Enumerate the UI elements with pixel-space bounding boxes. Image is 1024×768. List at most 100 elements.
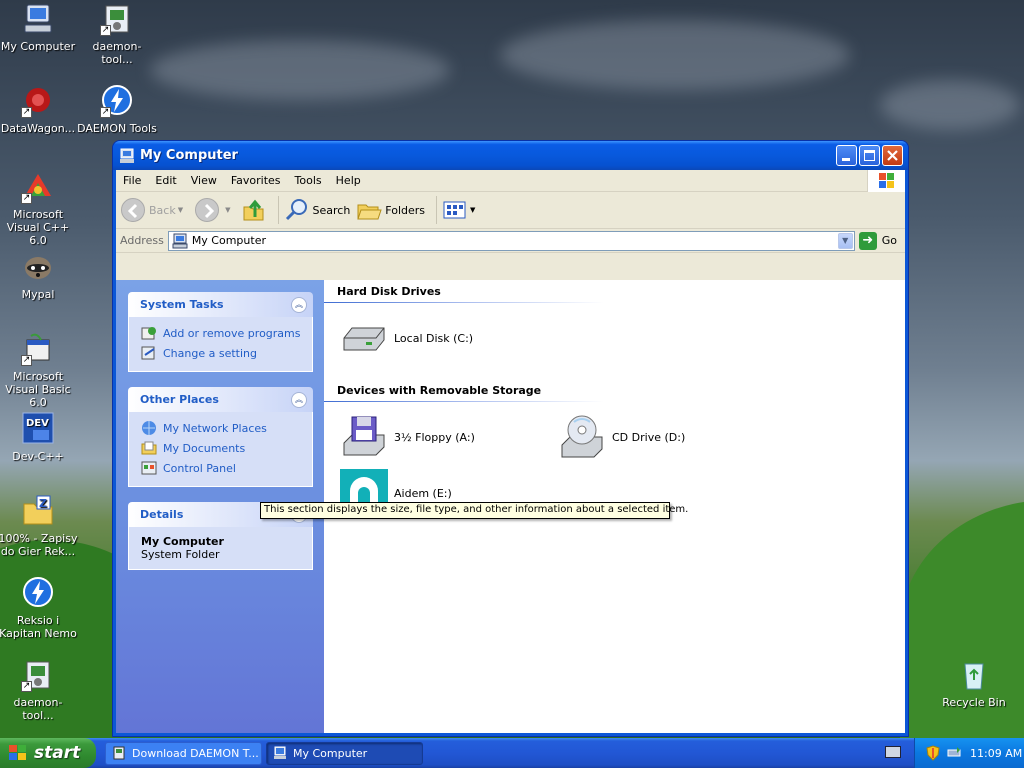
windows-logo-icon xyxy=(9,745,26,760)
drive-cd-d[interactable]: CD Drive (D:) xyxy=(558,413,685,461)
desktop-icon-label: Recycle Bin xyxy=(942,696,1006,709)
other-places-panel: Other Places ︽ My Network Places My Docu… xyxy=(128,387,313,487)
network-places-icon xyxy=(142,421,156,435)
details-name: My Computer xyxy=(141,535,224,548)
address-value: My Computer xyxy=(191,234,266,247)
back-arrow-icon xyxy=(121,198,145,222)
collapse-icon[interactable]: ︽ xyxy=(291,391,307,408)
menu-help[interactable]: Help xyxy=(329,174,368,187)
system-tasks-header[interactable]: System Tasks ︽ xyxy=(128,292,313,317)
keyboard-icon[interactable] xyxy=(885,746,901,758)
taskbar-item-label: Download DAEMON T... xyxy=(132,746,259,760)
search-button[interactable]: Search xyxy=(284,197,350,223)
taskbar-item-download-daemon[interactable]: Download DAEMON T... xyxy=(105,741,262,765)
zip-folder-icon: Z xyxy=(21,494,55,528)
panel-title: Details xyxy=(140,508,184,521)
devcpp-icon: DEV xyxy=(21,412,55,446)
drive-label: Local Disk (C:) xyxy=(394,331,474,345)
go-label: Go xyxy=(881,234,897,247)
desktop-icon-daemon-tools[interactable]: ↗ DAEMON Tools xyxy=(77,84,157,135)
address-input[interactable]: My Computer ▼ xyxy=(167,230,855,251)
desktop-icon-daemon-installer-1[interactable]: ↗ daemon-tool... xyxy=(77,2,157,66)
computer-icon xyxy=(172,233,188,248)
cd-drive-icon xyxy=(558,413,606,461)
close-button[interactable] xyxy=(882,145,903,166)
go-button[interactable]: ➜ Go xyxy=(858,231,897,250)
menu-file[interactable]: File xyxy=(116,174,148,187)
datawagon-icon: ↗ xyxy=(21,84,55,118)
minimize-button[interactable] xyxy=(836,145,857,166)
computer-icon xyxy=(21,2,55,36)
up-folder-button[interactable] xyxy=(241,197,267,223)
desktop-icon-datawagon[interactable]: ↗ DataWagon... xyxy=(0,84,78,135)
desktop-icon-visual-cpp[interactable]: ↗ Microsoft Visual C++ 6.0 xyxy=(0,170,78,247)
maximize-button[interactable] xyxy=(859,145,880,166)
task-add-remove-programs[interactable]: Add or remove programs xyxy=(141,323,302,343)
views-button[interactable]: ▼ xyxy=(442,199,475,221)
go-arrow-icon: ➜ xyxy=(858,231,877,250)
place-control-panel[interactable]: Control Panel xyxy=(141,458,302,478)
desktop-icon-visual-basic[interactable]: ↗ Microsoft Visual Basic 6.0 xyxy=(0,332,78,409)
desktop-icon-mypal[interactable]: Mypal xyxy=(0,250,78,301)
window-titlebar[interactable]: My Computer xyxy=(113,141,908,170)
desktop-icon-devcpp[interactable]: DEV Dev-C++ xyxy=(0,412,78,463)
folders-label: Folders xyxy=(385,203,426,217)
desktop-icon-my-computer[interactable]: My Computer xyxy=(0,2,78,53)
menu-favorites[interactable]: Favorites xyxy=(224,174,288,187)
back-button[interactable]: Back ▼ xyxy=(121,198,183,222)
desktop-icon-reksio[interactable]: Reksio i Kapitan Nemo xyxy=(0,576,78,640)
security-shield-icon[interactable] xyxy=(925,745,941,761)
taskbar-item-my-computer[interactable]: My Computer xyxy=(266,741,423,765)
installer-icon: ↗ xyxy=(21,658,55,692)
address-dropdown-button[interactable]: ▼ xyxy=(837,232,853,249)
taskbar-item-label: My Computer xyxy=(293,746,368,760)
drive-local-disk-c[interactable]: Local Disk (C:) xyxy=(340,314,473,362)
system-tray: 11:09 AM xyxy=(914,738,1024,768)
task-label: Add or remove programs xyxy=(163,326,301,340)
place-label: My Network Places xyxy=(163,421,267,435)
address-bar: Address My Computer ▼ ➜ Go xyxy=(116,229,905,253)
views-icon xyxy=(443,201,466,219)
menu-bar: File Edit View Favorites Tools Help xyxy=(116,170,905,192)
drive-label: 3½ Floppy (A:) xyxy=(394,430,475,444)
chevron-down-icon[interactable]: ▼ xyxy=(225,206,230,214)
desktop-icon-label: DataWagon... xyxy=(0,122,76,135)
control-panel-icon xyxy=(141,346,155,360)
menu-edit[interactable]: Edit xyxy=(148,174,183,187)
lightning-icon: ↗ xyxy=(100,84,134,118)
place-my-documents[interactable]: My Documents xyxy=(141,438,302,458)
window-title: My Computer xyxy=(140,148,238,163)
computer-icon xyxy=(120,148,134,163)
forward-button[interactable]: ▼ xyxy=(195,198,231,222)
desktop-icon-label: Microsoft Visual Basic 6.0 xyxy=(5,370,71,409)
safely-remove-hardware-icon[interactable] xyxy=(946,745,962,761)
menu-view[interactable]: View xyxy=(184,174,224,187)
drive-floppy-a[interactable]: 3½ Floppy (A:) xyxy=(340,413,475,461)
installer-icon xyxy=(113,746,125,760)
chevron-down-icon[interactable]: ▼ xyxy=(178,206,183,214)
folders-button[interactable]: Folders xyxy=(356,197,425,223)
desktop-icon-daemon-installer-2[interactable]: ↗ daemon-tool... xyxy=(0,658,78,722)
desktop-icon-zip-folder[interactable]: Z 100% - Zapisy do Gier Rek... xyxy=(0,494,78,558)
group-divider xyxy=(324,302,604,303)
clock[interactable]: 11:09 AM xyxy=(970,747,1022,760)
task-label: Change a setting xyxy=(163,346,257,360)
collapse-icon[interactable]: ︽ xyxy=(291,296,307,313)
up-folder-icon xyxy=(243,199,263,221)
svg-text:Z: Z xyxy=(39,497,47,510)
drive-label: CD Drive (D:) xyxy=(612,430,686,444)
group-divider xyxy=(324,401,604,402)
place-my-network-places[interactable]: My Network Places xyxy=(141,418,302,438)
place-label: Control Panel xyxy=(163,461,236,475)
menu-tools[interactable]: Tools xyxy=(288,174,329,187)
desktop-icon-label: daemon-tool... xyxy=(13,696,63,722)
task-change-setting[interactable]: Change a setting xyxy=(141,343,302,363)
start-button[interactable]: start xyxy=(0,738,96,768)
toolbar-separator xyxy=(277,196,279,224)
details-tooltip: This section displays the size, file typ… xyxy=(260,502,688,519)
chevron-down-icon[interactable]: ▼ xyxy=(470,206,475,214)
start-label: start xyxy=(34,743,81,763)
desktop-icon-recycle-bin[interactable]: Recycle Bin xyxy=(934,658,1014,709)
other-places-header[interactable]: Other Places ︽ xyxy=(128,387,313,412)
lightning-icon xyxy=(21,576,55,610)
